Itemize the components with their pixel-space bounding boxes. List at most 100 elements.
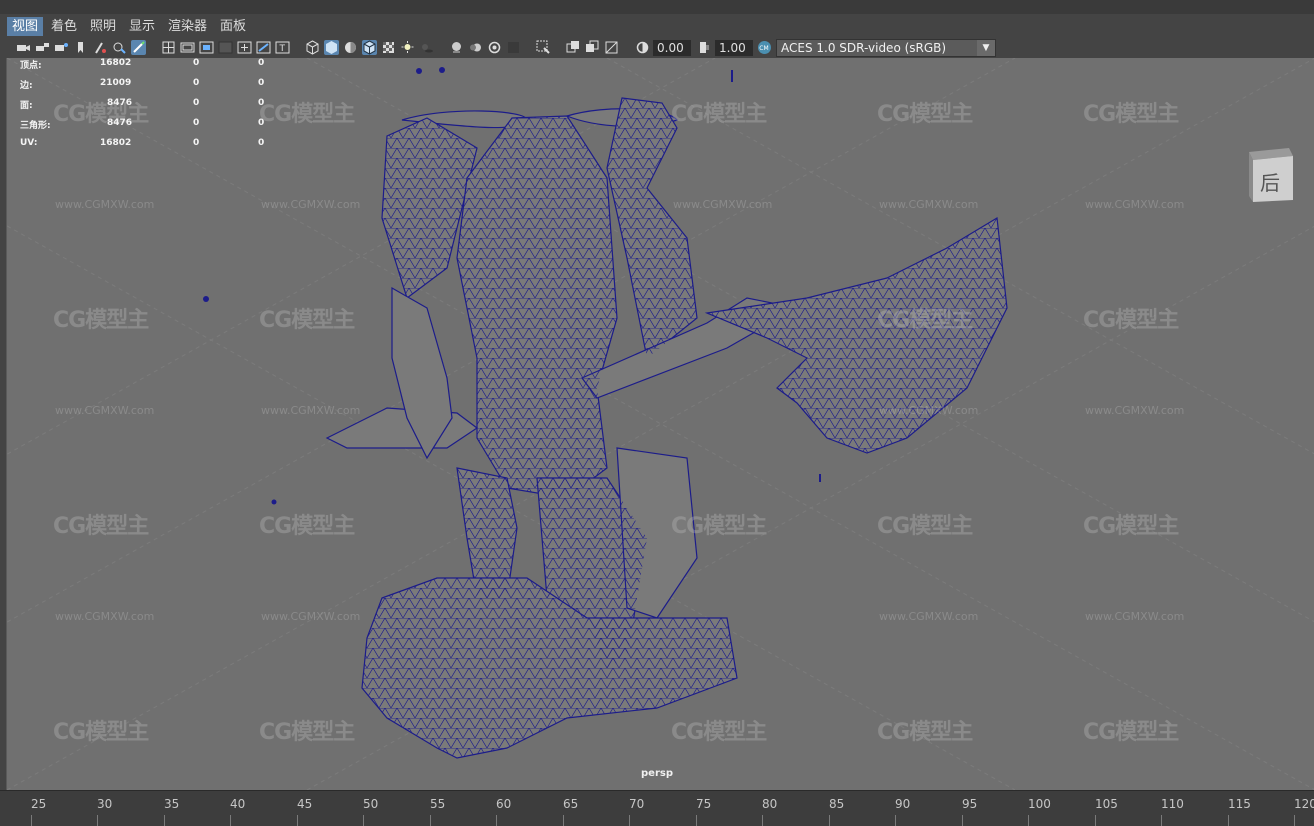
exposure-icon[interactable]: [635, 40, 650, 55]
tick-line: [696, 815, 697, 826]
tick-line: [230, 815, 231, 826]
watermark: CG模型主: [259, 514, 355, 539]
film-gate-icon[interactable]: [180, 40, 195, 55]
xray-joints-icon[interactable]: [585, 40, 600, 55]
watermark: CG模型主: [259, 102, 355, 127]
camera-attributes-icon[interactable]: [35, 40, 50, 55]
tick-line: [496, 815, 497, 826]
2d-pan-zoom-icon[interactable]: [93, 40, 108, 55]
tick-line: [895, 815, 896, 826]
menu-view[interactable]: 视图: [7, 17, 44, 36]
view-cube-face-label: 后: [1260, 171, 1280, 195]
watermark: CG模型主: [877, 514, 973, 539]
watermark-url: www.CGMXW.com: [55, 610, 155, 623]
use-all-lights-icon[interactable]: [400, 40, 415, 55]
screen-space-ao-icon[interactable]: [449, 40, 464, 55]
watermark: CG模型主: [53, 720, 149, 745]
isolate-select-icon[interactable]: [536, 40, 551, 55]
hud-value: 8476: [107, 118, 133, 128]
watermark: CG模型主: [877, 720, 973, 745]
view-cube[interactable]: 后: [1245, 146, 1295, 204]
svg-text:CM: CM: [759, 45, 768, 52]
watermark-url: www.CGMXW.com: [261, 610, 361, 623]
tick-line: [762, 815, 763, 826]
frame-tick: 105: [1095, 797, 1118, 811]
bookmark-icon[interactable]: [54, 40, 69, 55]
watermark: CG模型主: [671, 102, 767, 127]
hud-value: 16802: [100, 138, 132, 148]
hud-label: 顶点:: [20, 61, 42, 71]
camera-select-icon[interactable]: [16, 40, 31, 55]
smooth-shade-icon[interactable]: [324, 40, 339, 55]
grease-pencil-active-icon[interactable]: [131, 40, 146, 55]
time-slider[interactable]: 25 30 35 40 45 50 55 60 65 70 75 80 85 9…: [0, 790, 1314, 826]
frame-tick: 75: [696, 797, 712, 811]
tick-line: [1228, 815, 1229, 826]
watermark: CG模型主: [1083, 720, 1179, 745]
tick-line: [1028, 815, 1029, 826]
frame-tick: 55: [430, 797, 446, 811]
gamma-icon[interactable]: [697, 40, 712, 55]
hud-extra: 0: [258, 98, 265, 108]
watermark: CG模型主: [1083, 514, 1179, 539]
depth-of-field-icon[interactable]: [506, 40, 521, 55]
image-plane-icon[interactable]: [73, 40, 88, 55]
tick-line: [1294, 815, 1295, 826]
watermark: CG模型主: [53, 308, 149, 333]
frame-tick: 110: [1161, 797, 1184, 811]
menu-renderer[interactable]: 渲染器: [163, 17, 212, 36]
safe-action-icon[interactable]: [256, 40, 271, 55]
hud-selected: 0: [193, 78, 200, 88]
anti-aliasing-icon[interactable]: [487, 40, 502, 55]
hud-label: UV:: [20, 138, 38, 148]
color-space-dropdown[interactable]: ACES 1.0 SDR-video (sRGB) ▼: [776, 39, 996, 57]
exposure-field[interactable]: 0.00: [653, 40, 691, 56]
watermark: CG模型主: [1083, 102, 1179, 127]
top-strip: [0, 0, 1314, 15]
frame-tick: 100: [1028, 797, 1051, 811]
hud-extra: 0: [258, 118, 265, 128]
safe-title-icon[interactable]: T: [275, 40, 290, 55]
watermark-url: www.CGMXW.com: [879, 404, 979, 417]
frame-tick: 40: [230, 797, 246, 811]
watermark-url: www.CGMXW.com: [55, 404, 155, 417]
gamma-field[interactable]: 1.00: [715, 40, 753, 56]
menu-panels[interactable]: 面板: [215, 17, 251, 36]
field-chart-icon[interactable]: [237, 40, 252, 55]
grid-icon[interactable]: [161, 40, 176, 55]
menu-show[interactable]: 显示: [124, 17, 160, 36]
viewport-persp[interactable]: CG模型主 CG模型主 CG模型主 CG模型主 CG模型主 www.CGMXW.…: [6, 58, 1314, 790]
shadows-icon[interactable]: [419, 40, 434, 55]
color-space-value: ACES 1.0 SDR-video (sRGB): [781, 41, 947, 55]
wireframe-icon[interactable]: [305, 40, 320, 55]
watermark-url: www.CGMXW.com: [1085, 198, 1185, 211]
gate-mask-icon[interactable]: [218, 40, 233, 55]
hud-value: 8476: [107, 98, 133, 108]
backface-culling-icon[interactable]: [604, 40, 619, 55]
watermark: CG模型主: [53, 102, 149, 127]
wireframe-on-shaded-icon[interactable]: [362, 40, 377, 55]
color-management-icon[interactable]: CM: [757, 40, 772, 55]
motion-blur-icon[interactable]: [468, 40, 483, 55]
panel-toolbar: T 0.00 1.00 CM ACES 1.0 SDR-video (sRGB)…: [0, 38, 1314, 58]
watermark-url: www.CGMXW.com: [1085, 404, 1185, 417]
hud-selected: 0: [193, 98, 200, 108]
tick-line: [962, 815, 963, 826]
default-material-icon[interactable]: [343, 40, 358, 55]
tick-line: [629, 815, 630, 826]
hud-value: 21009: [100, 78, 132, 88]
grease-pencil-icon[interactable]: [112, 40, 127, 55]
resolution-gate-icon[interactable]: [199, 40, 214, 55]
model-mesh[interactable]: [7, 58, 1314, 790]
frame-tick: 85: [829, 797, 845, 811]
xray-icon[interactable]: [566, 40, 581, 55]
hud-selected: 0: [193, 58, 200, 68]
tick-line: [97, 815, 98, 826]
hud-extra: 0: [258, 58, 265, 68]
hud-value: 16802: [100, 58, 132, 68]
hud-selected: 0: [193, 118, 200, 128]
textured-icon[interactable]: [381, 40, 396, 55]
menu-shading[interactable]: 着色: [46, 17, 82, 36]
watermark: CG模型主: [259, 308, 355, 333]
menu-lighting[interactable]: 照明: [85, 17, 121, 36]
